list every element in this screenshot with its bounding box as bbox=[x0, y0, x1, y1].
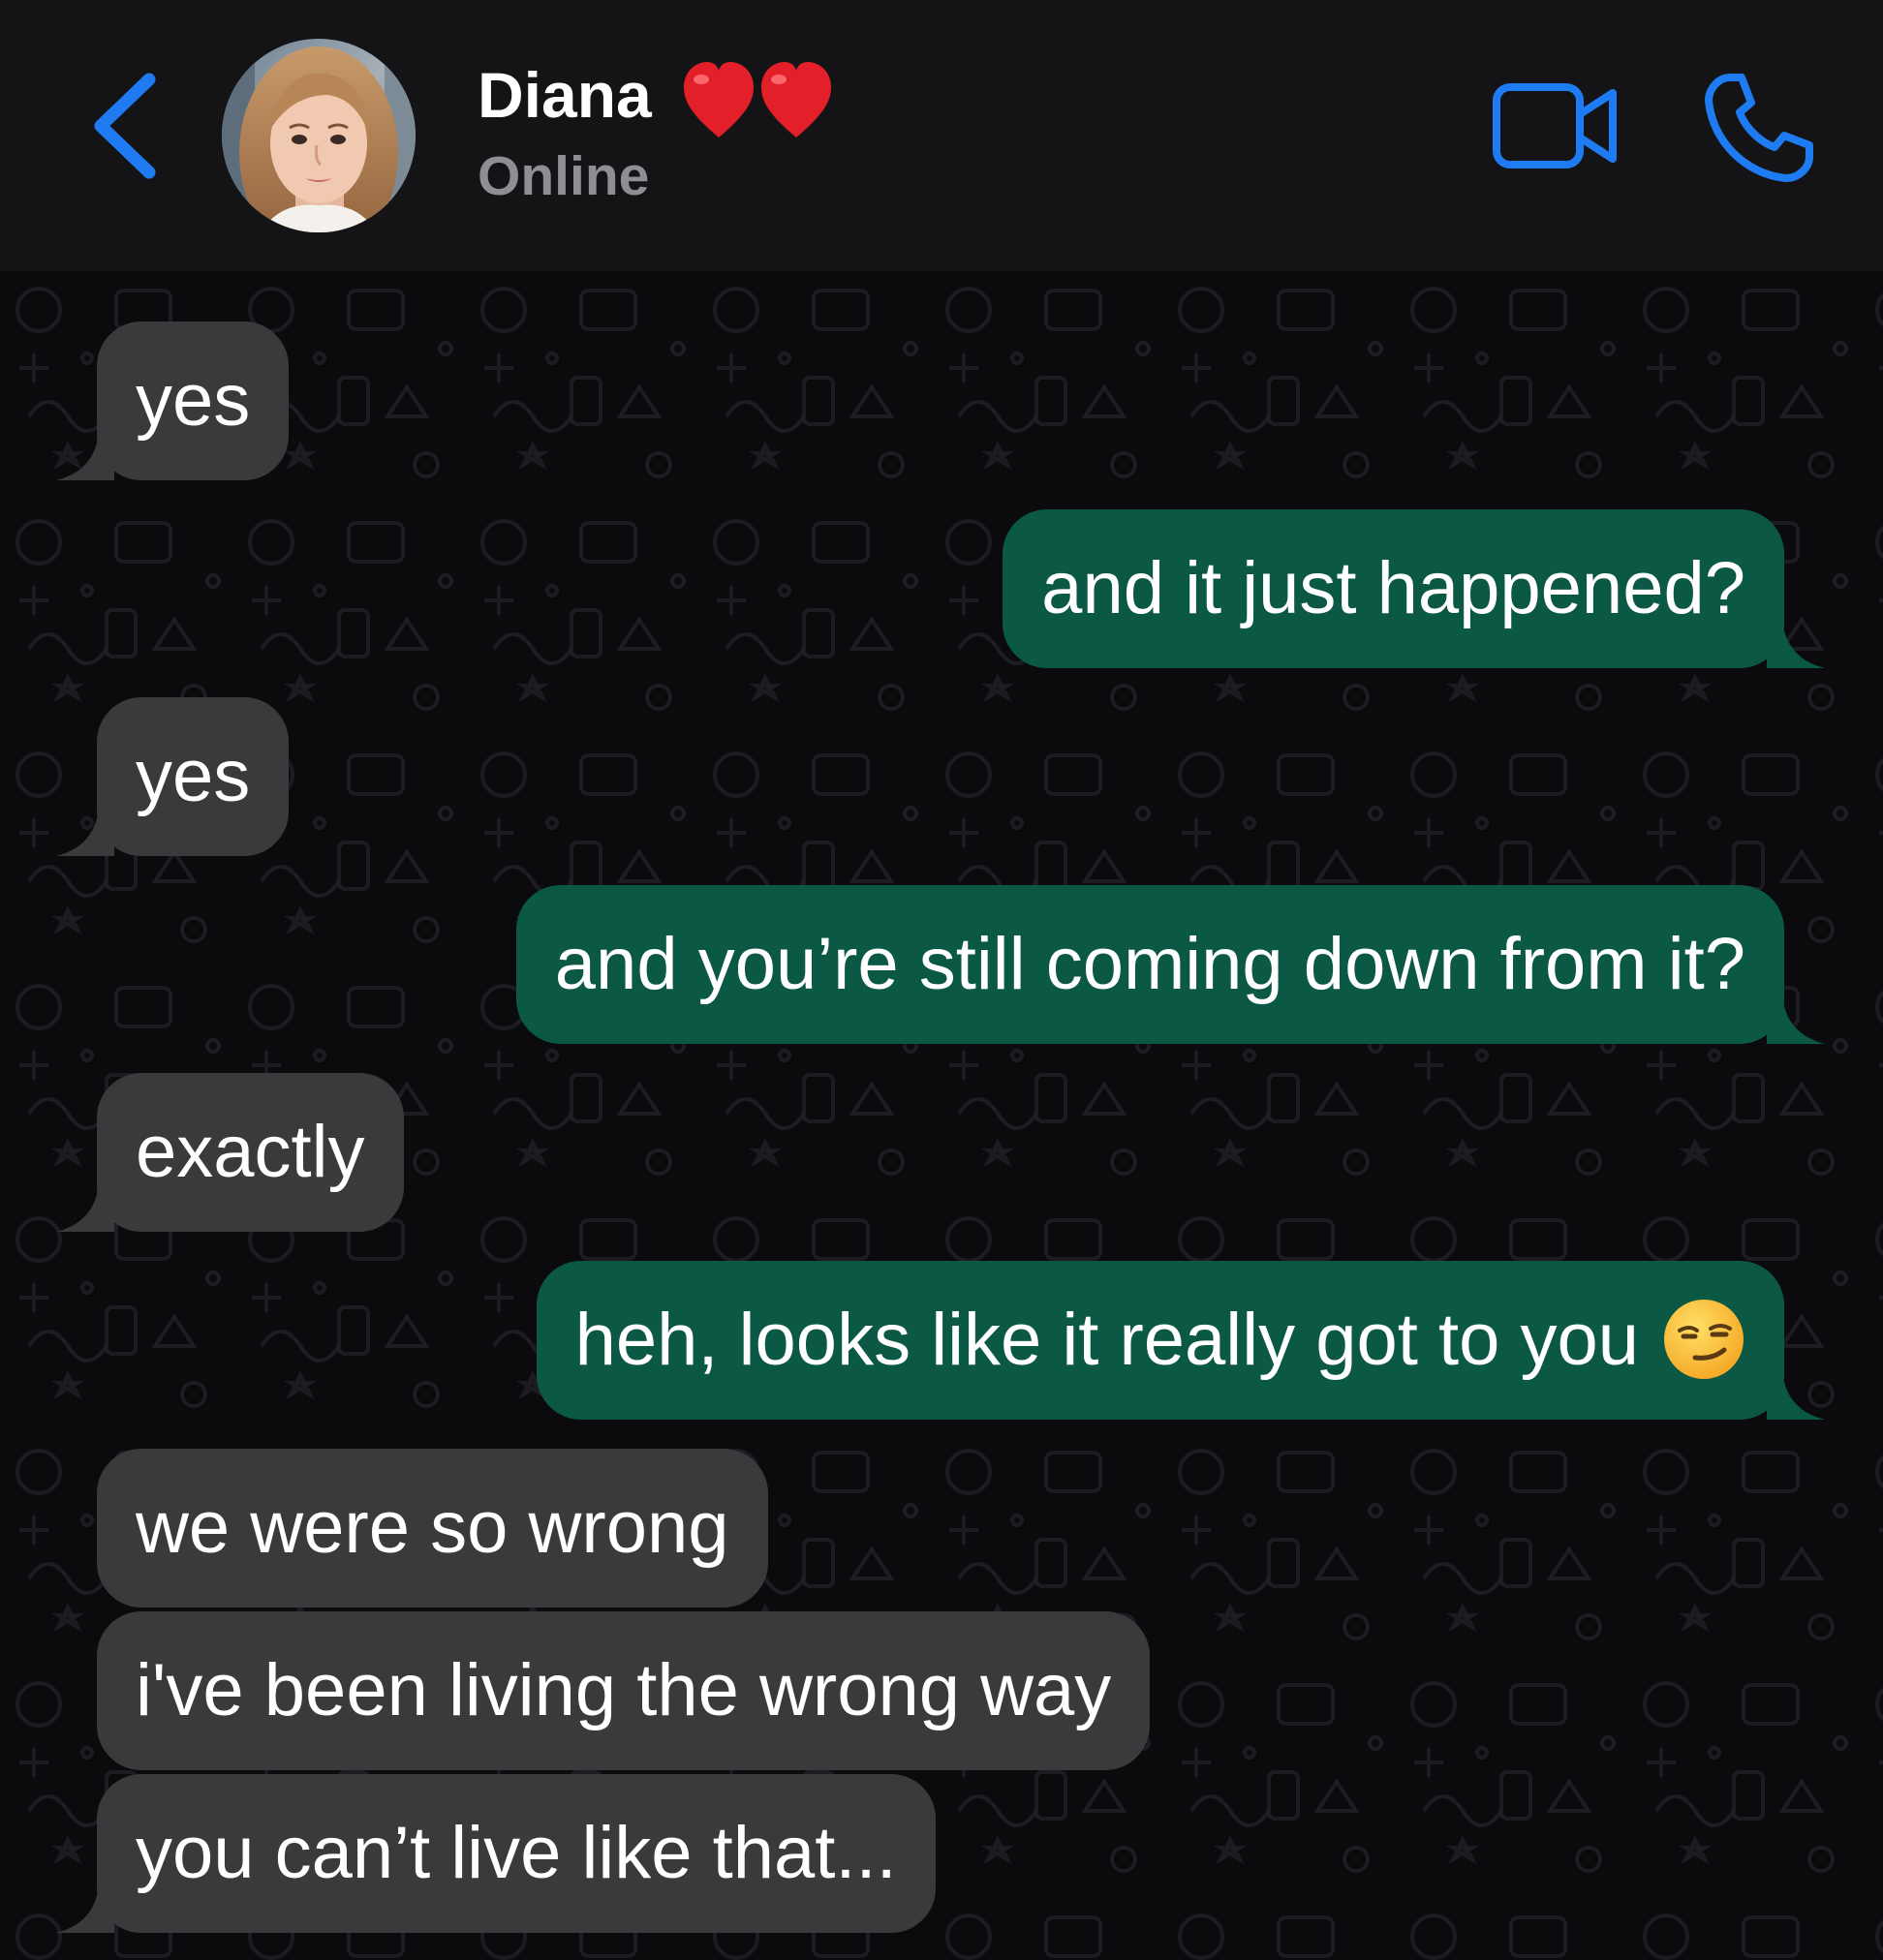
voice-call-button[interactable] bbox=[1703, 72, 1815, 184]
message-text: heh, looks like it really got to you bbox=[574, 1299, 1639, 1381]
avatar-photo bbox=[222, 39, 416, 232]
bubble-tail bbox=[1767, 620, 1825, 668]
chevron-left-icon bbox=[94, 73, 156, 179]
message-bubble-incoming[interactable]: exactly bbox=[56, 1073, 404, 1232]
message-bubble-outgoing[interactable]: and you’re still coming down from it? bbox=[515, 885, 1825, 1044]
message-text: we were so wrong bbox=[136, 1486, 729, 1569]
message-text: you can’t live like that... bbox=[136, 1812, 897, 1894]
message-bubble-incoming[interactable]: i've been living the wrong way bbox=[97, 1611, 1151, 1770]
heart-emoji-icon bbox=[684, 62, 831, 138]
message-bubble-incoming[interactable]: you can’t live like that... bbox=[56, 1774, 936, 1933]
message-text: and you’re still coming down from it? bbox=[554, 923, 1745, 1005]
message-bubble-incoming[interactable]: yes bbox=[56, 322, 290, 480]
message-list[interactable]: yes and it just happened? yes and you’re… bbox=[0, 271, 1883, 1960]
contact-status: Online bbox=[478, 145, 650, 207]
contact-avatar[interactable] bbox=[222, 39, 416, 232]
video-call-button[interactable] bbox=[1492, 81, 1621, 170]
chat-header: Diana Online bbox=[0, 0, 1883, 271]
message-bubble-outgoing[interactable]: heh, looks like it really got to you bbox=[536, 1261, 1825, 1420]
message-text: and it just happened? bbox=[1041, 547, 1745, 629]
bubble-tail bbox=[1767, 1371, 1825, 1420]
back-button[interactable] bbox=[85, 68, 172, 184]
message-bubble-outgoing[interactable]: and it just happened? bbox=[1003, 509, 1825, 668]
video-camera-icon bbox=[1493, 83, 1617, 168]
bubble-tail bbox=[1767, 995, 1825, 1044]
message-bubble-incoming[interactable]: we were so wrong bbox=[97, 1449, 768, 1608]
smirk-emoji-icon bbox=[1664, 1299, 1744, 1379]
message-text: i've been living the wrong way bbox=[136, 1649, 1112, 1731]
bubble-tail bbox=[56, 1183, 114, 1232]
message-text: yes bbox=[136, 359, 251, 442]
message-text: exactly bbox=[136, 1111, 365, 1193]
bubble-tail bbox=[56, 432, 114, 480]
contact-name[interactable]: Diana bbox=[478, 56, 652, 134]
bubble-tail bbox=[56, 808, 114, 856]
phone-icon bbox=[1705, 74, 1813, 182]
message-bubble-incoming[interactable]: yes bbox=[56, 697, 290, 856]
message-text: yes bbox=[136, 735, 251, 817]
bubble-tail bbox=[56, 1884, 114, 1933]
